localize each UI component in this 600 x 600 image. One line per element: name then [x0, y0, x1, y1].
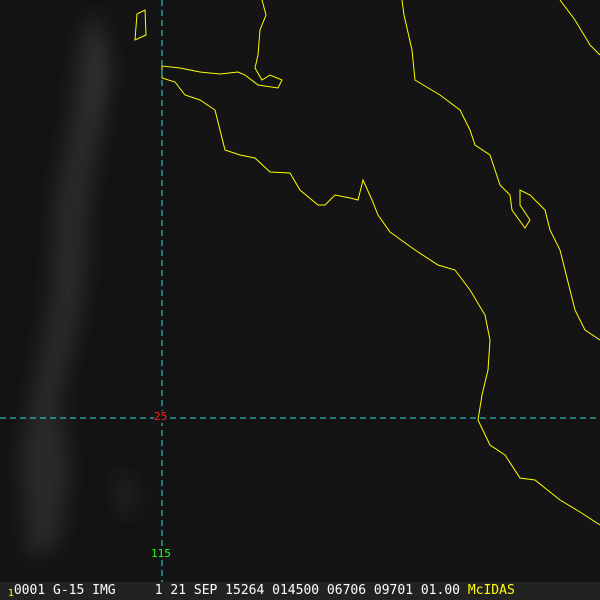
image-info: 0001 G-15 IMG 1 21 SEP 15264 014500 0670…	[13, 583, 460, 598]
satellite-image-view[interactable]: 25 115 10001 G-15 IMG 1 21 SEP 15264 014…	[0, 0, 600, 600]
status-bar: 10001 G-15 IMG 1 21 SEP 15264 014500 067…	[0, 582, 600, 600]
satellite-image	[0, 0, 600, 582]
coastline-east	[401, 0, 600, 341]
cloud-band	[20, 10, 135, 560]
frame-number: 1	[7, 588, 14, 599]
island	[134, 9, 147, 41]
longitude-label: 115	[151, 547, 171, 560]
latitude-label: 25	[154, 410, 168, 423]
coastlines	[134, 0, 600, 526]
mcidas-brand: McIDAS	[467, 583, 515, 598]
coastline-northeast	[559, 0, 600, 56]
coastline-mainland	[161, 0, 600, 526]
